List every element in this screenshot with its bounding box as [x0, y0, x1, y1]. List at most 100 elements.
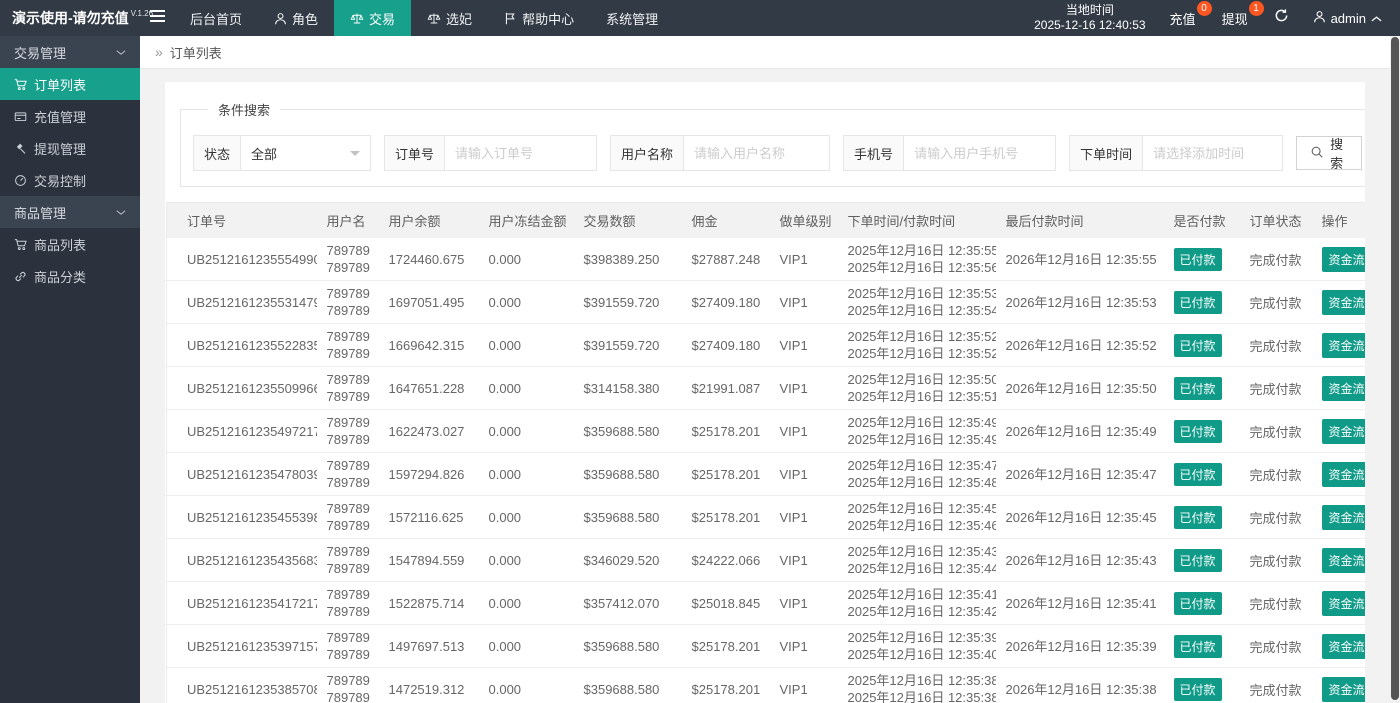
fund-flow-button[interactable]: 资金流水: [1321, 461, 1365, 487]
status-select[interactable]: 全部: [241, 135, 372, 171]
admin-menu[interactable]: admin: [1303, 10, 1400, 26]
cell-username: 789789 789789: [316, 323, 379, 367]
nav-item-system[interactable]: 系统管理: [590, 0, 674, 36]
cell-commission: $21991.087: [681, 366, 770, 410]
cell-action: 资金流水: [1311, 366, 1365, 410]
table-row: UB2512161235435683 789789 789789 1547894.…: [166, 538, 1365, 582]
order-time-input[interactable]: [1143, 135, 1284, 171]
cell-action: 资金流水: [1311, 323, 1365, 367]
scale-icon: [427, 12, 441, 25]
sidebar-item-withdraw[interactable]: 提现管理: [0, 132, 140, 164]
fund-flow-button[interactable]: 资金流水: [1321, 332, 1365, 358]
cell-action: 资金流水: [1311, 538, 1365, 582]
cell-commission: $25178.201: [681, 667, 770, 703]
topbar: 演示使用-请勿充值 V.1.26 后台首页 角色 交易 选妃 帮助中心 系统管理…: [0, 0, 1400, 36]
search-panel: 条件搜索 状态 全部 订单号 用户名称: [180, 100, 1365, 187]
sidebar-item-goods-list[interactable]: 商品列表: [0, 228, 140, 260]
vertical-scrollbar[interactable]: [1390, 36, 1400, 703]
nav-item-trade[interactable]: 交易: [334, 0, 412, 36]
paid-badge: 已付款: [1173, 333, 1222, 357]
cell-username: 789789 789789: [316, 667, 379, 703]
cell-action: 资金流水: [1311, 409, 1365, 453]
phone-input[interactable]: [904, 135, 1057, 171]
cell-action: 资金流水: [1311, 624, 1365, 668]
fund-flow-button[interactable]: 资金流水: [1321, 504, 1365, 530]
col-status: 订单状态: [1239, 202, 1312, 238]
fund-flow-button[interactable]: 资金流水: [1321, 418, 1365, 444]
search-panel-title: 条件搜索: [218, 103, 271, 118]
sidebar-item-goods-category[interactable]: 商品分类: [0, 260, 140, 292]
order-no-input[interactable]: [445, 135, 598, 171]
withdraw-link[interactable]: 提现 1: [1221, 0, 1264, 28]
cell-order-times: 2025年12月16日 12:35:55 2025年12月16日 12:35:56: [837, 238, 996, 281]
refresh-button[interactable]: [1274, 8, 1289, 28]
sidebar-item-order-list[interactable]: 订单列表: [0, 68, 140, 100]
cell-level: VIP1: [769, 409, 838, 453]
paid-badge: 已付款: [1173, 462, 1222, 486]
cell-status: 完成付款: [1239, 409, 1312, 453]
cell-amount: $398389.250: [573, 238, 682, 281]
card-icon: [14, 110, 27, 123]
sidebar-group-trade[interactable]: 交易管理: [0, 36, 140, 68]
sidebar-group-goods[interactable]: 商品管理: [0, 196, 140, 228]
fund-flow-button[interactable]: 资金流水: [1321, 590, 1365, 616]
sidebar-item-recharge[interactable]: 充值管理: [0, 100, 140, 132]
scrollbar-thumb[interactable]: [1391, 37, 1399, 700]
order-no-filter: 订单号: [384, 135, 598, 171]
cell-order-times: 2025年12月16日 12:35:52 2025年12月16日 12:35:52: [837, 323, 996, 367]
fund-flow-button[interactable]: 资金流水: [1321, 375, 1365, 401]
cell-order-times: 2025年12月16日 12:35:39 2025年12月16日 12:35:40: [837, 624, 996, 668]
fund-flow-button[interactable]: 资金流水: [1321, 676, 1365, 702]
table-row: UB2512161235397157 789789 789789 1497697.…: [166, 624, 1365, 668]
nav-item-help[interactable]: 帮助中心: [488, 0, 590, 36]
cell-order-no: UB2512161235554990: [166, 238, 317, 281]
fund-flow-button[interactable]: 资金流水: [1321, 289, 1365, 315]
nav-item-home[interactable]: 后台首页: [174, 0, 258, 36]
phone-label: 手机号: [843, 135, 905, 171]
cell-order-no: UB2512161235435683: [166, 538, 317, 582]
local-time-value: 2025-12-16 12:40:53: [1034, 18, 1146, 32]
cell-commission: $25178.201: [681, 495, 770, 539]
cell-status: 完成付款: [1239, 452, 1312, 496]
recharge-link[interactable]: 充值 0: [1170, 0, 1212, 28]
cell-balance: 1622473.027: [378, 409, 479, 453]
chevron-up-icon: [1371, 11, 1382, 26]
col-order-time: 下单时间/付款时间: [837, 202, 996, 238]
order-table: 订单号 用户名 用户余额 用户冻结金额 交易数额 佣金 做单级别 下单时间/付款…: [166, 202, 1365, 703]
cell-level: VIP1: [769, 624, 838, 668]
search-icon: [1310, 145, 1324, 162]
cell-order-no: UB2512161235397157: [166, 624, 317, 668]
nav-item-role[interactable]: 角色: [258, 0, 334, 36]
col-commission: 佣金: [681, 202, 770, 238]
fund-flow-button[interactable]: 资金流水: [1321, 547, 1365, 573]
person-icon: [274, 12, 287, 25]
paid-badge: 已付款: [1173, 548, 1222, 572]
cell-last-pay-time: 2026年12月16日 12:35:52: [995, 323, 1164, 367]
table-row: UB2512161235522835 789789 789789 1669642.…: [166, 323, 1365, 367]
cell-action: 资金流水: [1311, 280, 1365, 324]
cell-last-pay-time: 2026年12月16日 12:35:39: [995, 624, 1164, 668]
cell-paid: 已付款: [1163, 366, 1240, 410]
sidebar-item-label: 订单列表: [34, 77, 87, 93]
fund-flow-button[interactable]: 资金流水: [1321, 246, 1365, 272]
withdraw-label: 提现: [1221, 11, 1248, 27]
main-area: » 订单列表 条件搜索 状态 全部 订单号 请输入订单号 用户名称 请输入用户名…: [140, 36, 1390, 703]
search-button-label: 搜索: [1330, 137, 1349, 171]
menu-toggle-button[interactable]: [140, 0, 174, 36]
cell-order-no: UB2512161235522835: [166, 323, 317, 367]
sidebar-item-trade-control[interactable]: 交易控制: [0, 164, 140, 196]
user-name-input[interactable]: [684, 135, 831, 171]
cell-amount: $346029.520: [573, 538, 682, 582]
scale-icon: [350, 12, 364, 25]
cell-amount: $359688.580: [573, 624, 682, 668]
nav-label: 系统管理: [606, 11, 659, 27]
nav-item-xuanfei[interactable]: 选妃: [411, 0, 488, 36]
cell-order-times: 2025年12月16日 12:35:47 2025年12月16日 12:35:48: [837, 452, 996, 496]
cell-paid: 已付款: [1163, 238, 1240, 281]
cell-level: VIP1: [769, 280, 838, 324]
order-no-label: 订单号: [384, 135, 446, 171]
fund-flow-button[interactable]: 资金流水: [1321, 633, 1365, 659]
table-row: UB2512161235531479 789789 789789 1697051.…: [166, 280, 1365, 324]
cell-level: VIP1: [769, 538, 838, 582]
search-button[interactable]: 搜索: [1296, 136, 1363, 171]
